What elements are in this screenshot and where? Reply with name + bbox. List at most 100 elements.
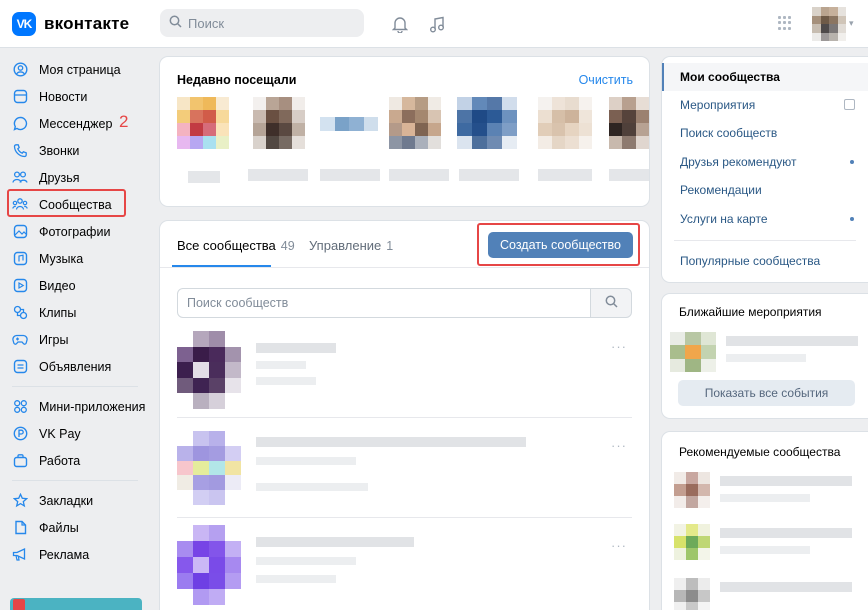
nav-item-bookmarks[interactable]: Закладки	[0, 487, 150, 514]
file-icon	[12, 520, 28, 536]
community-name	[256, 343, 336, 353]
tab-all-count: 49	[280, 239, 295, 253]
menu-label: Популярные сообщества	[680, 254, 821, 268]
nav-item-calls[interactable]: Звонки	[0, 137, 150, 164]
tab-management[interactable]: Управление 1	[309, 238, 393, 253]
clear-recent-link[interactable]: Очистить	[579, 73, 633, 87]
nav-item-classifieds[interactable]: Объявления	[0, 353, 150, 380]
nav-divider	[12, 480, 138, 481]
annotation-highlight-create	[477, 223, 640, 266]
community-avatar[interactable]	[177, 431, 241, 505]
community-avatar[interactable]	[177, 331, 241, 409]
menu-community-search[interactable]: Поиск сообществ	[662, 119, 868, 147]
tab-all-label: Все сообщества	[177, 238, 276, 253]
vk-logo[interactable]: VK вконтакте	[12, 12, 129, 36]
community-meta	[256, 483, 368, 491]
menu-events[interactable]: Мероприятия	[662, 91, 868, 119]
chevron-down-icon[interactable]: ▾	[849, 18, 854, 29]
recommended-name	[720, 528, 852, 538]
menu-friends-recommend[interactable]: Друзья рекомендуют	[662, 148, 868, 176]
menu-popular-communities[interactable]: Популярные сообщества	[662, 247, 868, 275]
nav-label: Звонки	[39, 143, 80, 158]
recent-community-avatar[interactable]	[389, 97, 441, 149]
nav-label: Реклама	[39, 547, 90, 562]
nav-label: Закладки	[39, 493, 94, 508]
community-search-input[interactable]: Поиск сообществ	[177, 288, 591, 318]
recent-community-name	[320, 169, 380, 181]
recent-community-name	[188, 171, 220, 183]
menu-map-services[interactable]: Услуги на карте	[662, 205, 868, 233]
community-avatar[interactable]	[177, 525, 241, 605]
nav-item-mini-apps[interactable]: Мини-приложения	[0, 393, 150, 420]
gamepad-icon	[12, 332, 28, 348]
community-meta	[256, 361, 306, 369]
upcoming-events-card: Ближайшие мероприятия Показать все событ…	[662, 294, 868, 418]
nav-item-games[interactable]: Игры	[0, 326, 150, 353]
recently-visited-title: Недавно посещали	[177, 73, 297, 87]
recommended-avatar[interactable]	[674, 524, 710, 560]
recent-community-avatar[interactable]	[609, 97, 649, 149]
event-name	[726, 336, 858, 346]
more-options-icon[interactable]: ···	[611, 339, 627, 354]
newsfeed-icon	[12, 89, 28, 105]
recent-community-avatar[interactable]	[253, 97, 305, 149]
menu-label: Мероприятия	[680, 98, 756, 112]
star-icon	[12, 493, 28, 509]
nav-item-my-page[interactable]: Моя страница	[0, 56, 150, 83]
nav-item-communities[interactable]: Сообщества	[0, 189, 150, 218]
tabs-divider	[160, 267, 649, 268]
recent-community-avatar[interactable]	[538, 97, 592, 149]
nav-label: Работа	[39, 453, 81, 468]
nav-item-friends[interactable]: Друзья	[0, 164, 150, 191]
promo-banner[interactable]	[10, 598, 142, 610]
community-meta	[256, 377, 316, 385]
event-avatar[interactable]	[670, 332, 716, 372]
nav-item-ads[interactable]: Реклама	[0, 541, 150, 568]
recommended-avatar[interactable]	[674, 472, 710, 508]
music-note-icon[interactable]	[425, 12, 449, 36]
apps-grid-icon[interactable]	[778, 16, 792, 30]
recommended-name	[720, 476, 852, 486]
briefcase-icon	[12, 453, 28, 469]
nav-item-news[interactable]: Новости	[0, 83, 150, 110]
nav-label: Видео	[39, 278, 76, 293]
recent-community-name	[538, 169, 592, 181]
nav-item-vk-pay[interactable]: VK Pay	[0, 420, 150, 447]
nav-label: Мессенджер	[39, 116, 113, 131]
recommended-communities-card: Рекомендуемые сообщества	[662, 432, 868, 610]
avatar[interactable]	[812, 7, 846, 41]
more-options-icon[interactable]: ···	[611, 538, 627, 553]
bell-icon[interactable]	[388, 12, 412, 36]
global-search-input[interactable]: Поиск	[160, 9, 364, 37]
nav-item-clips[interactable]: Клипы	[0, 299, 150, 326]
nav-item-work[interactable]: Работа	[0, 447, 150, 474]
recommended-avatar[interactable]	[674, 578, 710, 610]
nav-item-music[interactable]: Музыка	[0, 245, 150, 272]
recent-community-avatar[interactable]	[457, 97, 517, 149]
friends-icon	[12, 170, 28, 186]
phone-icon	[12, 143, 28, 159]
nav-item-photos[interactable]: Фотографии	[0, 218, 150, 245]
nav-item-files[interactable]: Файлы	[0, 514, 150, 541]
menu-divider	[674, 240, 856, 241]
recent-community-avatar[interactable]	[320, 117, 378, 131]
show-all-events-button[interactable]: Показать все события	[678, 380, 855, 406]
nav-label: VK Pay	[39, 426, 81, 441]
vk-logo-icon: VK	[12, 12, 36, 36]
recent-community-avatar[interactable]	[177, 97, 229, 149]
menu-my-communities[interactable]: Мои сообщества	[662, 63, 868, 91]
community-search-button[interactable]	[590, 288, 632, 318]
community-search-placeholder: Поиск сообществ	[187, 296, 289, 310]
recently-visited-card: Недавно посещали Очистить	[160, 57, 649, 206]
more-options-icon[interactable]: ···	[611, 438, 627, 453]
nav-label: Музыка	[39, 251, 84, 266]
megaphone-icon	[12, 547, 28, 563]
menu-recommendations[interactable]: Рекомендации	[662, 176, 868, 204]
recommended-title: Рекомендуемые сообщества	[679, 445, 841, 459]
tab-all-communities[interactable]: Все сообщества 49	[177, 238, 295, 253]
row-divider	[177, 517, 632, 518]
nav-label: Фотографии	[39, 224, 111, 239]
nav-item-video[interactable]: Видео	[0, 272, 150, 299]
community-name	[256, 437, 526, 447]
nav-label: Друзья	[39, 170, 80, 185]
